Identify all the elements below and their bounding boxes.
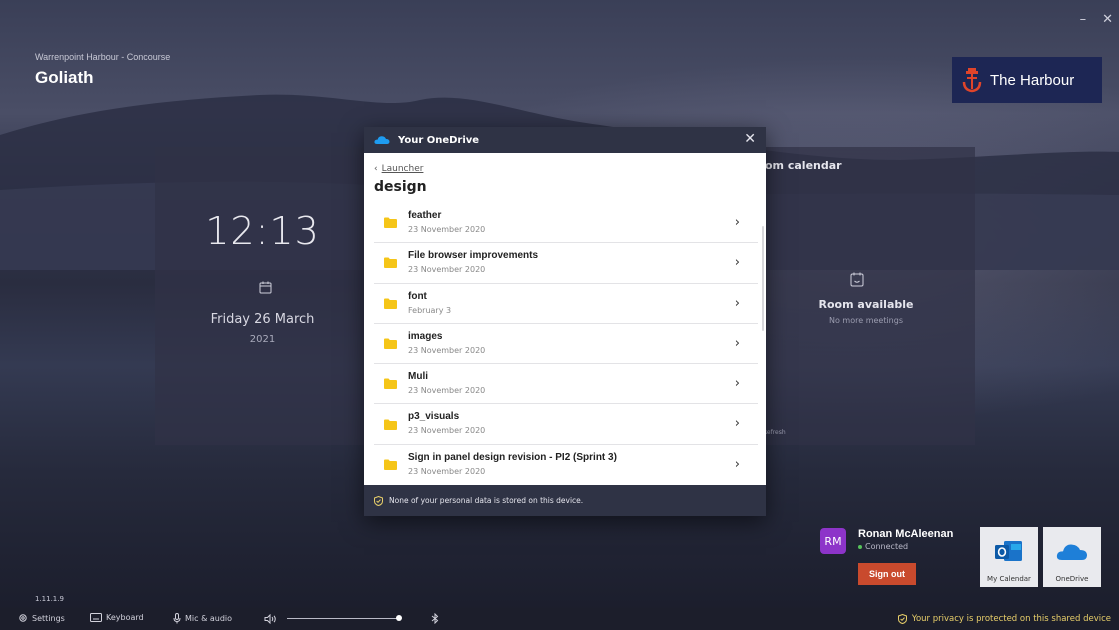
- folder-icon: [384, 419, 397, 430]
- folder-icon: [384, 459, 397, 471]
- mic-audio-button[interactable]: Mic & audio: [173, 613, 232, 624]
- item-name: Muli: [408, 371, 428, 383]
- keyboard-button[interactable]: Keyboard: [90, 613, 144, 622]
- my-calendar-label: My Calendar: [987, 575, 1031, 583]
- room-refresh-link[interactable]: Refresh: [763, 429, 786, 436]
- user-card: RM Ronan McAleenan Connected Sign out: [820, 524, 970, 588]
- chevron-right-icon: ›: [734, 416, 740, 432]
- list-item[interactable]: feather 23 November 2020 ›: [374, 203, 758, 244]
- folder-icon: [384, 338, 397, 350]
- user-name: Ronan McAleenan: [858, 528, 954, 540]
- privacy-status-label: Your privacy is protected on this shared…: [911, 614, 1111, 624]
- chevron-right-icon: ›: [734, 335, 740, 351]
- item-name: font: [408, 290, 427, 302]
- clock-date: Friday 26 March: [210, 312, 315, 327]
- item-name: File browser improvements: [408, 250, 539, 262]
- sign-out-button[interactable]: Sign out: [858, 563, 916, 585]
- onedrive-dialog-header: Your OneDrive ✕: [364, 127, 766, 153]
- settings-button[interactable]: Settings: [18, 613, 65, 623]
- folder-icon: [384, 257, 397, 269]
- list-item[interactable]: Sign in panel design revision - PI2 (Spr…: [374, 445, 758, 485]
- list-item[interactable]: File browser improvements 23 November 20…: [374, 243, 758, 284]
- clock-panel: 12:13 Friday 26 March 2021: [155, 147, 370, 445]
- settings-label: Settings: [32, 613, 65, 623]
- list-item[interactable]: images 23 November 2020 ›: [374, 324, 758, 365]
- scrollbar[interactable]: [762, 226, 764, 331]
- item-date: 23 November 2020: [408, 386, 486, 396]
- gear-icon: [19, 614, 27, 622]
- breadcrumb-label: Launcher: [381, 164, 424, 174]
- chevron-right-icon: ›: [734, 295, 740, 311]
- shield-check-icon: [897, 614, 907, 624]
- folder-icon: [384, 217, 397, 229]
- item-name: p3_visuals: [408, 411, 460, 423]
- folder-icon: [384, 378, 397, 390]
- status-dot-icon: [858, 544, 862, 549]
- calendar-icon: [259, 281, 272, 294]
- bottom-bar: Settings Keyboard Mic & audio Your priva…: [0, 608, 1119, 630]
- item-date: 23 November 2020: [408, 466, 486, 476]
- keyboard-icon: [90, 613, 102, 622]
- onedrive-icon: [1056, 544, 1087, 560]
- onedrive-dialog-footer: None of your personal data is stored on …: [364, 485, 766, 516]
- privacy-note: None of your personal data is stored on …: [389, 496, 584, 505]
- list-item[interactable]: Muli 23 November 2020 ›: [374, 364, 758, 405]
- venue-location: Warrenpoint Harbour - Concourse: [35, 52, 171, 62]
- room-substatus: No more meetings: [829, 316, 903, 325]
- room-name: Goliath: [35, 68, 94, 87]
- chevron-right-icon: ›: [734, 255, 740, 271]
- onedrive-icon: [374, 136, 390, 144]
- keyboard-label: Keyboard: [106, 613, 144, 622]
- folder-title: design: [374, 179, 427, 195]
- chevron-right-icon: ›: [734, 215, 740, 230]
- privacy-status: Your privacy is protected on this shared…: [897, 614, 1111, 624]
- breadcrumb[interactable]: ‹ Launcher: [374, 164, 423, 174]
- room-calendar-title: om calendar: [765, 159, 842, 172]
- item-name: feather: [408, 210, 442, 221]
- volume-slider-track[interactable]: [287, 618, 401, 619]
- calendar-check-icon: [850, 272, 864, 287]
- clock-time: 12:13: [205, 209, 320, 253]
- room-calendar-panel: om calendar Room available No more meeti…: [757, 147, 975, 445]
- minimize-button[interactable]: –: [1080, 12, 1087, 27]
- window-controls: – ✕: [1080, 12, 1113, 27]
- item-date: 23 November 2020: [408, 265, 486, 275]
- item-date: 23 November 2020: [408, 345, 486, 355]
- list-item[interactable]: font February 3 ›: [374, 284, 758, 324]
- shield-check-icon: [374, 495, 383, 506]
- item-name: images: [408, 330, 443, 342]
- outlook-icon: [995, 541, 1022, 561]
- list-item[interactable]: p3_visuals 23 November 2020 ›: [374, 404, 758, 445]
- user-status-label: Connected: [865, 542, 909, 551]
- app-version: 1.11.1.9: [35, 595, 64, 603]
- item-date: 23 November 2020: [408, 225, 486, 234]
- folder-icon: [384, 298, 397, 309]
- user-status: Connected: [858, 542, 908, 551]
- brand-name: The Harbour: [990, 71, 1075, 89]
- onedrive-label: OneDrive: [1055, 575, 1089, 583]
- file-list: feather 23 November 2020 › File browser …: [374, 203, 758, 485]
- anchor-icon: [962, 68, 982, 93]
- microphone-icon: [173, 613, 181, 624]
- onedrive-dialog-title: Your OneDrive: [398, 134, 480, 146]
- close-window-button[interactable]: ✕: [1102, 12, 1113, 27]
- onedrive-dialog: Your OneDrive ✕ ‹ Launcher design feather…: [364, 127, 766, 516]
- speaker-icon[interactable]: [264, 614, 278, 624]
- bluetooth-icon[interactable]: [431, 613, 439, 624]
- chevron-right-icon: ›: [734, 376, 740, 392]
- onedrive-tile[interactable]: OneDrive: [1043, 527, 1101, 587]
- room-status: Room available: [818, 298, 914, 311]
- item-name: Sign in panel design revision - PI2 (Spr…: [408, 451, 617, 463]
- close-dialog-button[interactable]: ✕: [744, 131, 756, 147]
- item-date: February 3: [408, 305, 452, 315]
- item-date: 23 November 2020: [408, 426, 486, 436]
- brand-logo: The Harbour: [952, 57, 1102, 103]
- chevron-left-icon: ‹: [374, 164, 378, 174]
- chevron-right-icon: ›: [734, 456, 740, 472]
- clock-year: 2021: [249, 334, 276, 345]
- volume-slider-thumb[interactable]: [395, 615, 402, 621]
- avatar: RM: [820, 528, 846, 554]
- my-calendar-tile[interactable]: My Calendar: [980, 527, 1038, 587]
- mic-audio-label: Mic & audio: [185, 614, 233, 623]
